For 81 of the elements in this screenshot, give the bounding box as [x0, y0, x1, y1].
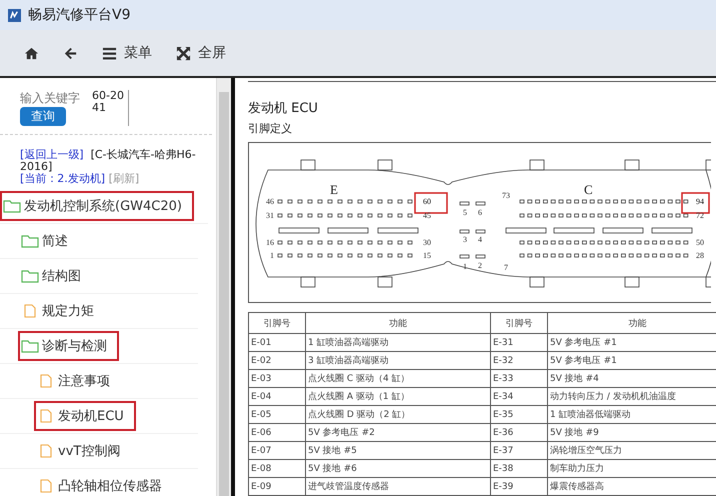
pin-number: 94	[696, 197, 704, 206]
document-item[interactable]: vvT控制阀	[34, 436, 132, 466]
folder-item[interactable]: 发动机控制系统(GW4C20)	[0, 191, 194, 221]
home-icon	[24, 46, 39, 60]
table-cell: E-31	[490, 334, 548, 352]
folder-icon	[21, 234, 39, 248]
pin-number: 28	[696, 251, 704, 260]
table-cell: E-37	[490, 442, 548, 460]
pin-number: 31	[266, 211, 274, 220]
pin-number: 3	[463, 235, 467, 244]
app-logo-icon	[8, 8, 21, 22]
pin-number: 30	[423, 238, 431, 247]
table-cell: E-08	[248, 460, 306, 478]
pin-number: 5	[463, 208, 467, 217]
column-header: 功能	[548, 312, 716, 334]
table-cell: E-33	[490, 370, 548, 388]
table-cell: 5V 接地 #6	[306, 460, 490, 478]
keyword-field[interactable]: 60-2041	[92, 90, 129, 126]
menu-button[interactable]: 菜单	[92, 40, 162, 66]
table-cell: E-02	[248, 352, 306, 370]
scrollbar-thumb[interactable]	[219, 92, 229, 496]
fullscreen-icon	[176, 46, 191, 60]
menu-icon	[102, 46, 117, 60]
table-cell: E-34	[490, 388, 548, 406]
table-cell: 点火线圈 C 驱动（4 缸）	[306, 370, 490, 388]
column-header: 功能	[306, 312, 490, 334]
pin-number: 73	[502, 191, 510, 200]
fullscreen-button[interactable]: 全屏	[166, 40, 236, 66]
document-item[interactable]: 凸轮轴相位传感器	[34, 471, 174, 496]
table-cell: E-32	[490, 352, 548, 370]
document-item[interactable]: 注意事项	[34, 366, 122, 396]
pin-number: 16	[266, 238, 274, 247]
current-link[interactable]: [当前：2.发动机]	[20, 172, 106, 185]
table-cell: E-04	[248, 388, 306, 406]
folder-icon	[3, 199, 21, 213]
pin-number: 4	[478, 235, 482, 244]
table-cell: E-07	[248, 442, 306, 460]
query-button[interactable]: 查询	[20, 107, 66, 126]
folder-icon	[21, 339, 39, 353]
document-item[interactable]: 规定力矩	[18, 296, 106, 326]
table-cell: E-09	[248, 478, 306, 496]
folder-item[interactable]: 简述	[18, 226, 80, 256]
connector-label: E	[330, 182, 338, 197]
table-cell: 3 缸喷油器高端驱动	[306, 352, 490, 370]
scrollbar[interactable]	[216, 78, 231, 496]
pin-number: 60	[423, 197, 431, 206]
table-cell: E-01	[248, 334, 306, 352]
table-cell: 进气歧管温度传感器	[306, 478, 490, 496]
pin-number: 15	[423, 251, 431, 260]
back-arrow-icon	[63, 46, 78, 60]
table-cell: 点火线圈 D 驱动（2 缸）	[306, 406, 490, 424]
column-header: 引脚号	[490, 312, 548, 334]
table-cell: E-05	[248, 406, 306, 424]
pin-number: 1	[270, 251, 274, 260]
window-title: 畅易汽修平台V9	[28, 6, 130, 24]
connector-label: C	[584, 182, 593, 197]
table-cell: 1 缸喷油器高端驱动	[306, 334, 490, 352]
column-header: 引脚号	[248, 312, 306, 334]
table-cell: 点火线圈 A 驱动（1 缸）	[306, 388, 490, 406]
table-cell: E-36	[490, 424, 548, 442]
breadcrumb-text: [返回上一级] [C-长城汽车-哈弗H6-2016]	[20, 149, 197, 173]
table-cell: E-03	[248, 370, 306, 388]
folder-item[interactable]: 结构图	[18, 261, 93, 291]
pin-number: 2	[478, 261, 482, 270]
folder-item[interactable]: 诊断与检测	[18, 331, 119, 361]
pin-number: 46	[266, 197, 274, 206]
pin-number: 6	[478, 208, 482, 217]
document-title: 发动机 ECU	[248, 100, 319, 117]
back-link[interactable]: [返回上一级]	[20, 148, 84, 161]
pin-number: 7	[504, 263, 508, 272]
table-cell: E-38	[490, 460, 548, 478]
keyword-label: 输入关键字	[20, 90, 80, 107]
table-cell: E-06	[248, 424, 306, 442]
folder-icon	[21, 269, 39, 283]
document-subtitle: 引脚定义	[248, 121, 293, 136]
document-item[interactable]: 发动机ECU	[34, 401, 136, 431]
pin-number: 50	[696, 238, 704, 247]
table-cell: 5V 参考电压 #2	[306, 424, 490, 442]
table-cell: E-35	[490, 406, 548, 424]
table-cell: 5V 接地 #5	[306, 442, 490, 460]
table-cell: E-39	[490, 478, 548, 496]
